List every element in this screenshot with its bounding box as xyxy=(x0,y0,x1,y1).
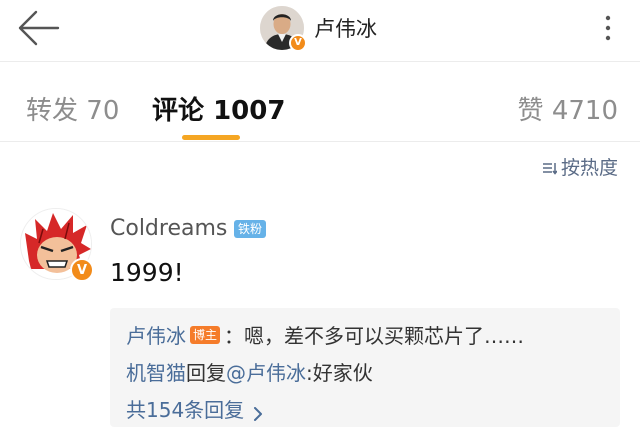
tab-reposts[interactable]: 转发 70 xyxy=(26,90,119,127)
tab-likes[interactable]: 赞 4710 xyxy=(518,90,618,127)
commenter-avatar[interactable]: V xyxy=(20,208,94,282)
tab-comments-label: 评论 xyxy=(152,96,205,126)
iron-fan-badge: 铁粉 xyxy=(234,220,267,238)
comment-item: V Coldreams 铁粉 1999! 卢伟冰 博主 ：嗯，差不多可以买颗芯片… xyxy=(0,200,640,427)
tab-likes-label: 赞 xyxy=(517,96,544,126)
reply-item: 机智猫 回复 @卢伟冰 :好家伙 xyxy=(126,353,604,390)
back-arrow-icon[interactable] xyxy=(14,8,64,48)
tab-bar: 转发 70 评论 1007 赞 4710 xyxy=(0,62,640,142)
verified-badge-icon: V xyxy=(289,34,307,52)
reply-preview-box[interactable]: 卢伟冰 博主 ：嗯，差不多可以买颗芯片了…… 机智猫 回复 @卢伟冰 :好家伙 … xyxy=(110,308,620,427)
chevron-right-icon xyxy=(252,402,264,421)
view-all-replies-link[interactable]: 共154条回复 xyxy=(126,390,604,427)
comment-text: 1999! xyxy=(110,258,184,287)
more-replies-label: 共154条回复 xyxy=(126,398,245,422)
reply-item: 卢伟冰 博主 ：嗯，差不多可以买颗芯片了…… xyxy=(126,316,604,353)
tab-likes-count: 4710 xyxy=(551,96,618,126)
author-avatar[interactable]: V xyxy=(260,6,307,52)
top-bar: V 卢伟冰 xyxy=(0,0,640,62)
active-tab-indicator xyxy=(182,135,240,140)
tab-reposts-count: 70 xyxy=(86,96,120,126)
sort-by-hot-button[interactable]: 按热度 xyxy=(541,153,618,180)
tab-comments[interactable]: 评论 1007 xyxy=(152,90,285,127)
more-options-icon[interactable] xyxy=(598,14,618,42)
commenter-name[interactable]: Coldreams xyxy=(110,216,227,241)
reply-text: ：嗯，差不多可以买颗芯片了…… xyxy=(224,324,525,348)
blogger-badge: 博主 xyxy=(190,325,221,344)
verified-badge-icon: V xyxy=(70,258,94,282)
reply-author[interactable]: 机智猫 xyxy=(126,357,186,386)
tab-comments-count: 1007 xyxy=(213,96,286,126)
reply-mention[interactable]: @卢伟冰 xyxy=(226,357,306,386)
sort-icon xyxy=(541,159,558,175)
tab-reposts-label: 转发 xyxy=(26,96,79,126)
reply-author[interactable]: 卢伟冰 xyxy=(126,320,186,349)
reply-text: :好家伙 xyxy=(306,361,373,385)
author-name[interactable]: 卢伟冰 xyxy=(314,13,377,43)
sort-label: 按热度 xyxy=(560,157,618,179)
post-author[interactable]: V 卢伟冰 xyxy=(260,6,377,52)
reply-verb: 回复 xyxy=(186,361,226,385)
